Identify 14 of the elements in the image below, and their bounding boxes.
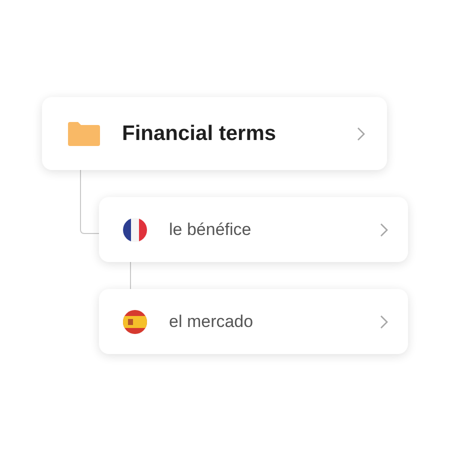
chevron-right-icon [357, 126, 365, 140]
connector-line [130, 262, 131, 289]
chevron-right-icon [380, 314, 388, 328]
term-card[interactable]: le bénéfice [99, 197, 408, 262]
term-label: el mercado [169, 312, 254, 332]
folder-card[interactable]: Financial terms [42, 97, 387, 170]
flag-icon [123, 218, 147, 242]
term-label: le bénéfice [169, 220, 252, 240]
folder-title: Financial terms [122, 122, 278, 146]
connector-line [80, 170, 100, 234]
chevron-right-icon [380, 222, 388, 236]
flag-icon [123, 310, 147, 334]
folder-icon [68, 122, 100, 146]
term-card[interactable]: el mercado [99, 289, 408, 354]
